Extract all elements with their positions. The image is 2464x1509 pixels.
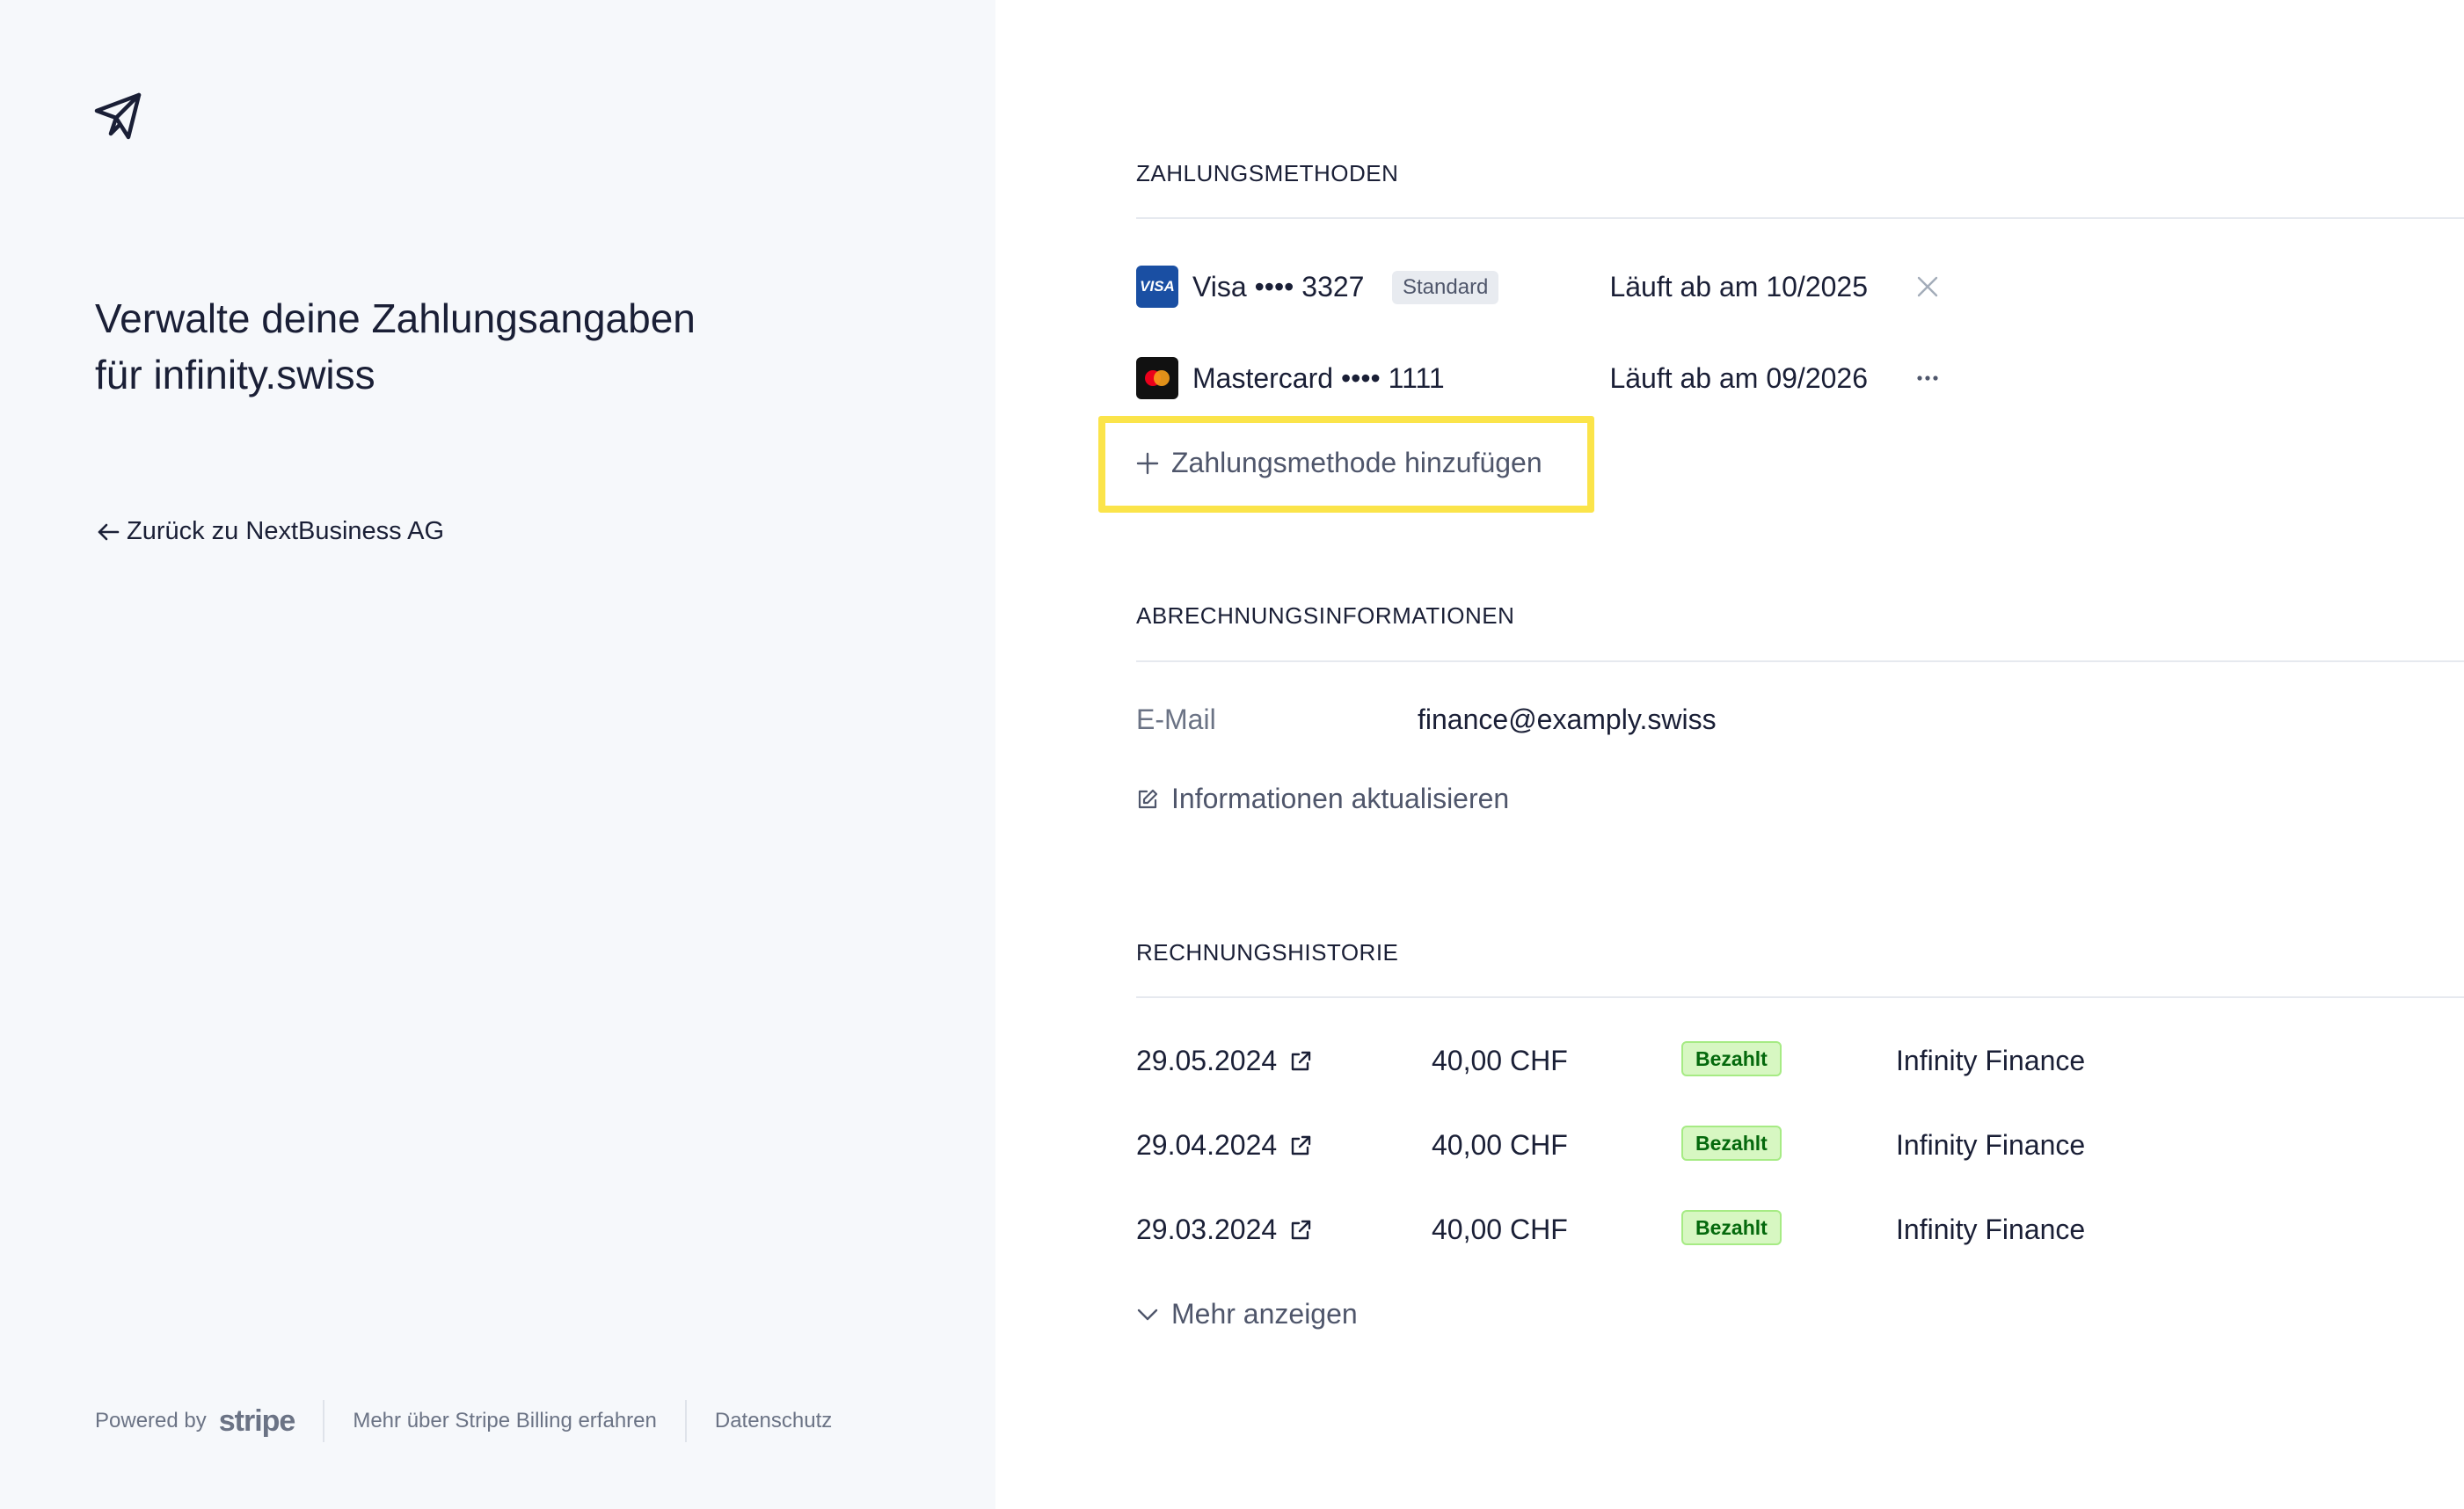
- external-link-icon: [1289, 1050, 1312, 1073]
- add-payment-method-button[interactable]: Zahlungsmethode hinzufügen: [1136, 447, 1542, 479]
- invoice-date-link[interactable]: 29.04.2024: [1136, 1129, 1312, 1162]
- privacy-link[interactable]: Datenschutz: [715, 1409, 832, 1433]
- billing-info-title: ABRECHNUNGSINFORMATIONEN: [1136, 602, 1515, 629]
- section-divider: [1136, 996, 2464, 998]
- section-divider: [1136, 660, 2464, 662]
- update-info-label: Informationen aktualisieren: [1171, 783, 1510, 814]
- sidebar: Verwalte deine Zahlungsangaben für infin…: [0, 0, 995, 1509]
- status-badge: Bezahlt: [1681, 1210, 1782, 1245]
- invoice-company: Infinity Finance: [1896, 1045, 2086, 1076]
- visa-card-icon: VISA: [1136, 266, 1178, 308]
- invoice-date: 29.05.2024: [1136, 1045, 1278, 1076]
- page-headline: Verwalte deine Zahlungsangaben für infin…: [95, 295, 696, 397]
- more-options-icon[interactable]: [1910, 359, 1945, 397]
- invoice-date: 29.03.2024: [1136, 1214, 1278, 1245]
- external-link-icon: [1289, 1134, 1312, 1157]
- invoice-row[interactable]: 29.05.2024 40,00 CHF Bezahlt Infinity Fi…: [1136, 1041, 2103, 1083]
- invoice-company: Infinity Finance: [1896, 1129, 2086, 1161]
- footer-divider: [684, 1400, 687, 1442]
- footer-divider: [323, 1400, 325, 1442]
- main-content: [995, 0, 2464, 1509]
- payment-method-row: VISA Visa •••• 3327 Standard Läuft ab am…: [1136, 266, 1945, 308]
- paper-plane-logo-icon: [93, 91, 142, 141]
- status-badge: Bezahlt: [1681, 1041, 1782, 1076]
- plus-icon: [1136, 452, 1159, 475]
- arrow-left-icon: [95, 519, 121, 545]
- edit-icon: [1136, 788, 1159, 811]
- status-badge: Bezahlt: [1681, 1126, 1782, 1161]
- payment-method-expiry: Läuft ab am 10/2025: [1609, 271, 1868, 303]
- invoice-date-link[interactable]: 29.03.2024: [1136, 1214, 1312, 1246]
- external-link-icon: [1289, 1219, 1312, 1242]
- invoice-amount: 40,00 CHF: [1432, 1129, 1568, 1161]
- invoice-row[interactable]: 29.03.2024 40,00 CHF Bezahlt Infinity Fi…: [1136, 1210, 2103, 1252]
- invoice-amount: 40,00 CHF: [1432, 1214, 1568, 1245]
- payment-method-name: Mastercard •••• 1111: [1192, 362, 1445, 394]
- powered-by-stripe-link[interactable]: Powered by stripe: [95, 1404, 295, 1439]
- close-icon[interactable]: [1910, 267, 1945, 306]
- back-link[interactable]: Zurück zu NextBusiness AG: [95, 517, 444, 546]
- invoice-date: 29.04.2024: [1136, 1129, 1278, 1161]
- update-info-button[interactable]: Informationen aktualisieren: [1136, 783, 1509, 815]
- stripe-billing-link[interactable]: Mehr über Stripe Billing erfahren: [353, 1409, 657, 1433]
- payment-method-name: Visa •••• 3327: [1192, 271, 1365, 303]
- default-badge: Standard: [1392, 271, 1499, 304]
- email-label: E-Mail: [1136, 703, 1216, 735]
- payment-method-expiry: Läuft ab am 09/2026: [1609, 362, 1868, 394]
- footer: Powered by stripe Mehr über Stripe Billi…: [95, 1398, 832, 1444]
- invoice-row[interactable]: 29.04.2024 40,00 CHF Bezahlt Infinity Fi…: [1136, 1126, 2103, 1168]
- mastercard-card-icon: [1136, 357, 1178, 399]
- invoice-history-title: RECHNUNGSHISTORIE: [1136, 939, 1399, 966]
- payment-methods-title: ZAHLUNGSMETHODEN: [1136, 160, 1399, 186]
- show-more-button[interactable]: Mehr anzeigen: [1136, 1298, 1358, 1330]
- invoice-company: Infinity Finance: [1896, 1214, 2086, 1245]
- show-more-label: Mehr anzeigen: [1171, 1298, 1358, 1330]
- chevron-down-icon: [1136, 1303, 1159, 1326]
- stripe-logo: stripe: [218, 1403, 296, 1438]
- section-divider: [1136, 217, 2464, 219]
- invoice-date-link[interactable]: 29.05.2024: [1136, 1045, 1312, 1077]
- email-value: finance@examply.swiss: [1418, 703, 1717, 735]
- payment-method-row: Mastercard •••• 1111 Läuft ab am 09/2026: [1136, 357, 1945, 399]
- powered-by-label: Powered by: [95, 1409, 207, 1432]
- add-payment-method-label: Zahlungsmethode hinzufügen: [1171, 447, 1542, 478]
- invoice-amount: 40,00 CHF: [1432, 1045, 1568, 1076]
- back-link-label: Zurück zu NextBusiness AG: [127, 517, 445, 545]
